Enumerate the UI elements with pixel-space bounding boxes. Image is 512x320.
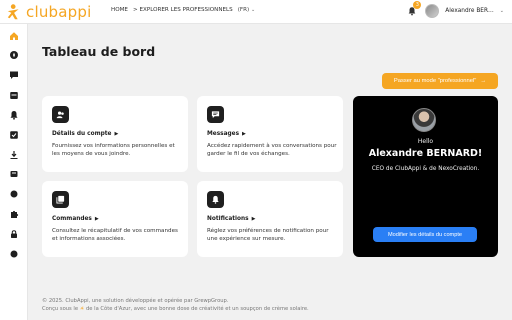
footer-copyright: © 2025. ClubAppi, une solution développé… [42,298,229,304]
sidebar-item-messages[interactable] [8,69,20,81]
lock-icon [11,230,17,238]
card-orders[interactable]: Commandes ▶ Consultez le récapitulatif d… [42,181,188,257]
footer: © 2025. ClubAppi, une solution développé… [42,297,309,313]
user-name[interactable]: Alexandre BER… [445,8,494,14]
profile-card: Hello Alexandre BERNARD! CEO de ClubAppi… [353,96,498,257]
footer-tagline-pre: Conçu sous le [42,306,79,312]
bell-icon [207,191,224,208]
card-title-text: Messages [207,131,240,137]
user-icon [52,106,69,123]
sidebar [0,24,28,320]
download-icon [10,151,18,159]
settings-icon [10,171,18,177]
sidebar-item-downloads[interactable] [8,149,20,161]
sidebar-item-extra[interactable] [8,188,20,200]
edit-account-button[interactable]: Modifier les détails du compte [373,227,477,242]
profile-name: Alexandre BERNARD! [368,148,483,159]
avatar[interactable] [425,4,440,18]
greeting: Hello [417,138,434,145]
card-messages[interactable]: Messages ▶ Accédez rapidement à vos conv… [197,96,343,172]
sidebar-item-calendar[interactable] [8,89,20,101]
compass-icon [10,51,18,59]
card-description: Consultez le récapitulatif de vos comman… [52,228,178,242]
avatar [412,108,436,132]
switch-to-pro-button[interactable]: Passer au mode "professionnel" → [382,73,498,89]
language-label: (FR) [237,7,250,13]
calendar-icon [10,92,18,99]
arrow-right-icon: → [480,78,487,84]
page-title: Tableau de bord [42,44,156,59]
chevron-down-icon: ⌄ [250,7,256,13]
caret-right-icon: ▶ [114,131,119,137]
profile-role: CEO de ClubAppi & de NexoCreation. [371,166,480,172]
card-description: Accédez rapidement à vos conversations p… [207,143,337,157]
caret-right-icon: ▶ [242,131,246,137]
card-description: Réglez vos préférences de notification p… [207,228,329,242]
card-notifications[interactable]: Notifications ▶ Réglez vos préférences d… [197,181,343,257]
message-icon [207,106,224,123]
card-title-text: Commandes [52,216,92,222]
chat-icon [10,71,18,79]
user-area: 3 Alexandre BER… ⌄ [405,1,504,18]
logo-text: clubappi [26,3,92,21]
footer-tagline: Conçu sous le ☀ de la Côte d'Azur, avec … [42,305,309,313]
caret-right-icon: ▶ [251,216,256,222]
card-title-text: Détails du compte [52,131,112,137]
sidebar-item-orders[interactable] [8,129,20,141]
nav-explore-link[interactable]: > EXPLORER LES PROFESSIONNELS [133,7,233,13]
card-title: Détails du compte ▶ [52,131,118,137]
orders-icon [52,191,69,208]
sidebar-item-home[interactable] [8,30,20,42]
bell-icon [10,111,18,120]
caret-right-icon: ▶ [94,216,99,222]
chevron-down-icon[interactable]: ⌄ [500,8,504,14]
card-title: Commandes ▶ [52,216,99,222]
puzzle-icon [11,210,19,218]
sidebar-item-logout[interactable] [8,248,20,260]
orders-icon [10,131,18,139]
card-title: Messages ▶ [207,131,246,137]
nav-home-link[interactable]: HOME [111,7,128,13]
sidebar-item-security[interactable] [8,228,20,240]
logo[interactable]: clubappi [6,2,91,22]
footer-tagline-post: de la Côte d'Azur, avec une bonne dose d… [86,306,309,312]
card-description: Fournissez vos informations personnelles… [52,143,175,157]
logo-icon [7,4,19,20]
card-title: Notifications ▶ [207,216,255,222]
notification-badge: 3 [413,1,422,9]
language-selector[interactable]: (FR) ⌄ [238,7,255,13]
notifications-button[interactable]: 3 [405,1,422,18]
card-account-details[interactable]: Détails du compte ▶ Fournissez vos infor… [42,96,188,172]
card-title-text: Notifications [207,216,249,222]
top-bar: clubappi HOME > EXPLORER LES PROFESSIONN… [0,0,512,24]
sun-icon: ☀ [79,306,85,312]
switch-to-pro-label: Passer au mode "professionnel" [393,78,477,84]
sidebar-item-settings[interactable] [8,168,20,180]
dot-icon [10,190,18,198]
dot-icon [10,250,18,258]
sidebar-item-alerts[interactable] [8,109,20,121]
sidebar-item-explore[interactable] [8,49,20,61]
breadcrumb: HOME > EXPLORER LES PROFESSIONNELS (FR) … [111,7,255,13]
home-icon [10,32,18,40]
sidebar-item-integrations[interactable] [8,208,20,220]
